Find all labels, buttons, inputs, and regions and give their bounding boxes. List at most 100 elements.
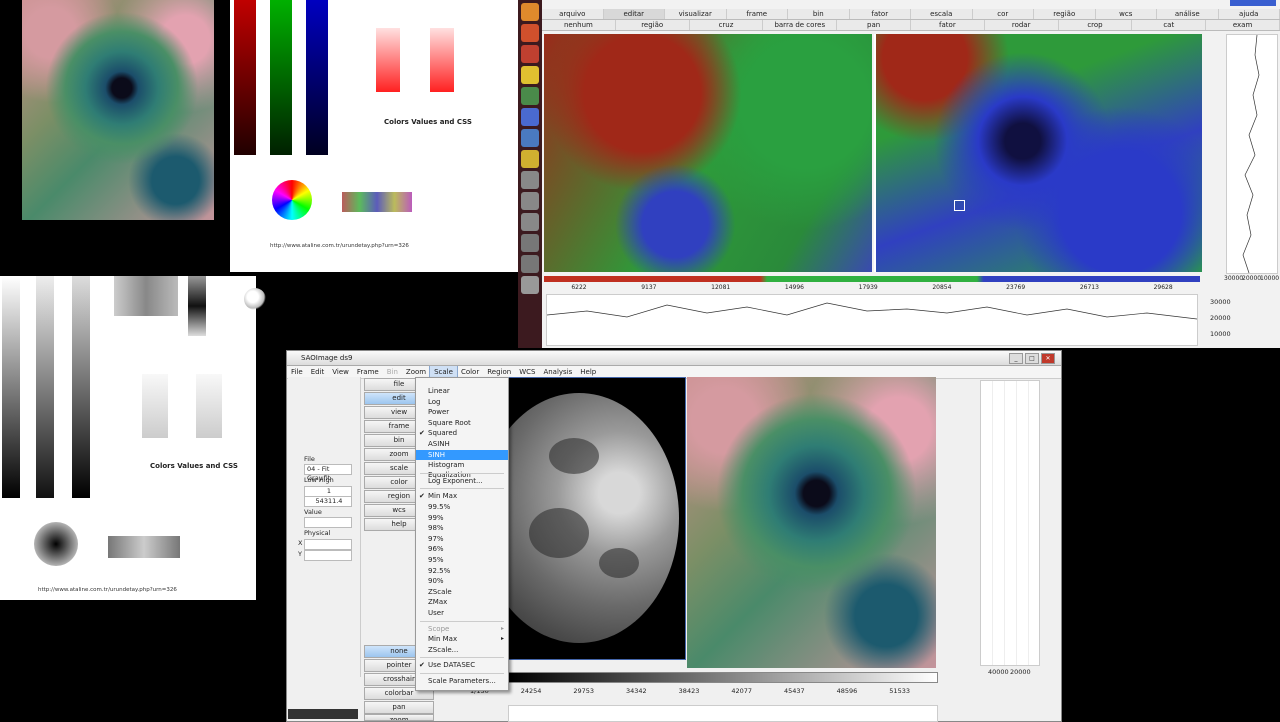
menu-frame[interactable]: frame xyxy=(727,9,789,19)
scale-menu-item[interactable]: Linear xyxy=(416,386,508,396)
colorbar-tick: 24254 xyxy=(521,687,542,695)
mode-fator[interactable]: fator xyxy=(911,20,985,30)
scale-menu-item[interactable]: 96% xyxy=(416,544,508,554)
colorbar-tick: 48596 xyxy=(837,687,858,695)
mode-exam[interactable]: exam xyxy=(1206,20,1280,30)
scale-menu-item-label: Log Exponent... xyxy=(428,477,483,485)
projection-line xyxy=(1227,35,1277,273)
scale-menu-item[interactable]: Min Max▸ xyxy=(416,634,508,644)
button-pan[interactable]: pan xyxy=(364,701,434,714)
menu-regiao[interactable]: região xyxy=(1034,9,1096,19)
scale-menu-item[interactable]: 95% xyxy=(416,555,508,565)
help-icon[interactable] xyxy=(521,171,539,189)
scale-menu-item[interactable]: User xyxy=(416,608,508,618)
scale-menu-item[interactable]: 99% xyxy=(416,513,508,523)
ds9-colorbar[interactable] xyxy=(508,672,938,683)
top-right-blue-button[interactable] xyxy=(1230,0,1276,6)
scale-menu-item[interactable]: 90% xyxy=(416,576,508,586)
doc-heading: Colors Values and CSS xyxy=(150,462,238,470)
mode-nenhum[interactable]: nenhum xyxy=(542,20,616,30)
mode-regiao[interactable]: região xyxy=(616,20,690,30)
mode-cat[interactable]: cat xyxy=(1132,20,1206,30)
scale-menu-item[interactable]: ZMax xyxy=(416,597,508,607)
menu-bin[interactable]: bin xyxy=(788,9,850,19)
scale-menu-item[interactable]: Histogram Equalization xyxy=(416,460,508,470)
scale-menu-item-label: Min Max xyxy=(428,492,457,500)
frame-right-image[interactable] xyxy=(874,34,1202,272)
help-icon[interactable] xyxy=(521,213,539,231)
scale-menu-item-label: ZScale... xyxy=(428,646,458,654)
help-icon[interactable] xyxy=(521,192,539,210)
close-icon[interactable]: ✕ xyxy=(1041,353,1055,364)
scale-menu-item[interactable]: 98% xyxy=(416,523,508,533)
settings-icon[interactable] xyxy=(521,45,539,63)
scale-menu-item[interactable]: Log Exponent... xyxy=(416,476,508,486)
region-box[interactable] xyxy=(954,200,965,211)
gray-blocks xyxy=(114,276,178,316)
menu-wcs[interactable]: wcs xyxy=(1096,9,1158,19)
editor-icon[interactable] xyxy=(521,87,539,105)
menu-escala[interactable]: escala xyxy=(911,9,973,19)
menu-editar[interactable]: editar xyxy=(604,9,666,19)
menu-analise[interactable]: análise xyxy=(1157,9,1219,19)
frame-left-image[interactable] xyxy=(544,34,872,272)
trash-icon[interactable] xyxy=(521,276,539,294)
x-label: X xyxy=(298,539,302,547)
menu-ajuda[interactable]: ajuda xyxy=(1219,9,1280,19)
colorbar-tick: 38423 xyxy=(679,687,700,695)
document-icon[interactable] xyxy=(521,129,539,147)
scale-menu-item-label: Squared xyxy=(428,429,457,437)
scale-menu-item-label: Scope xyxy=(428,625,449,633)
app-icon[interactable] xyxy=(521,108,539,126)
colorbar[interactable] xyxy=(544,276,1200,282)
mode-crop[interactable]: crop xyxy=(1059,20,1133,30)
doc-url: http://www.ataline.com.tr/urundetay.php?… xyxy=(38,587,177,593)
lowhigh-label: Low High xyxy=(304,476,334,484)
colormap-image-top-left xyxy=(22,0,214,220)
scale-menu-item[interactable]: ✔Squared xyxy=(416,428,508,438)
mode-barra-de-cores[interactable]: barra de cores xyxy=(763,20,837,30)
app-icon[interactable] xyxy=(521,3,539,21)
scale-menu-item[interactable]: Square Root xyxy=(416,418,508,428)
scale-menu-item[interactable]: Log xyxy=(416,397,508,407)
scale-menu-item[interactable]: SINH xyxy=(416,450,508,460)
color-wheel xyxy=(272,180,312,220)
scale-menu-item-label: Linear xyxy=(428,387,450,395)
scale-menu-item-label: ZMax xyxy=(428,598,447,606)
mode-cruz[interactable]: cruz xyxy=(690,20,764,30)
scale-menu-item[interactable]: 97% xyxy=(416,534,508,544)
mode-rodar[interactable]: rodar xyxy=(985,20,1059,30)
green-swatches xyxy=(270,0,292,155)
menu-visualizar[interactable]: visualizar xyxy=(665,9,727,19)
y-field xyxy=(304,550,352,561)
colormap-image-frame[interactable] xyxy=(687,377,936,668)
scale-menu-item[interactable]: ✔Use DATASEC xyxy=(416,660,508,670)
moon-image-frame[interactable] xyxy=(508,377,686,660)
scale-menu-item[interactable]: ASINH xyxy=(416,439,508,449)
scale-menu-item[interactable]: ✔Min Max xyxy=(416,491,508,501)
scale-menu-item[interactable]: ZScale... xyxy=(416,645,508,655)
scale-menu-item[interactable]: 92.5% xyxy=(416,566,508,576)
scale-menu-item[interactable]: ZScale xyxy=(416,587,508,597)
app-icon[interactable] xyxy=(521,24,539,42)
menu-bin[interactable]: Bin xyxy=(383,366,402,378)
scale-menu-item[interactable]: Power xyxy=(416,407,508,417)
maximize-icon[interactable]: □ xyxy=(1025,353,1039,364)
colorbar-tick: 45437 xyxy=(784,687,805,695)
minimize-icon[interactable]: _ xyxy=(1009,353,1023,364)
scale-menu-item: Scope▸ xyxy=(416,624,508,634)
app-icon[interactable] xyxy=(521,255,539,273)
app-icon[interactable] xyxy=(521,150,539,168)
pink-swatches xyxy=(376,28,400,92)
menu-fator[interactable]: fator xyxy=(850,9,912,19)
scale-menu-item[interactable]: 99.5% xyxy=(416,502,508,512)
scale-menu-item[interactable]: Scale Parameters... xyxy=(416,676,508,686)
colorbar-tick: 26713 xyxy=(1080,284,1099,292)
app-icon[interactable] xyxy=(521,234,539,252)
mode-pan[interactable]: pan xyxy=(837,20,911,30)
menu-arquivo[interactable]: arquivo xyxy=(542,9,604,19)
thumbnail-panner[interactable] xyxy=(288,709,358,719)
scale-menu-item-label: 99.5% xyxy=(428,503,450,511)
menu-cor[interactable]: cor xyxy=(973,9,1035,19)
star-icon[interactable] xyxy=(521,66,539,84)
